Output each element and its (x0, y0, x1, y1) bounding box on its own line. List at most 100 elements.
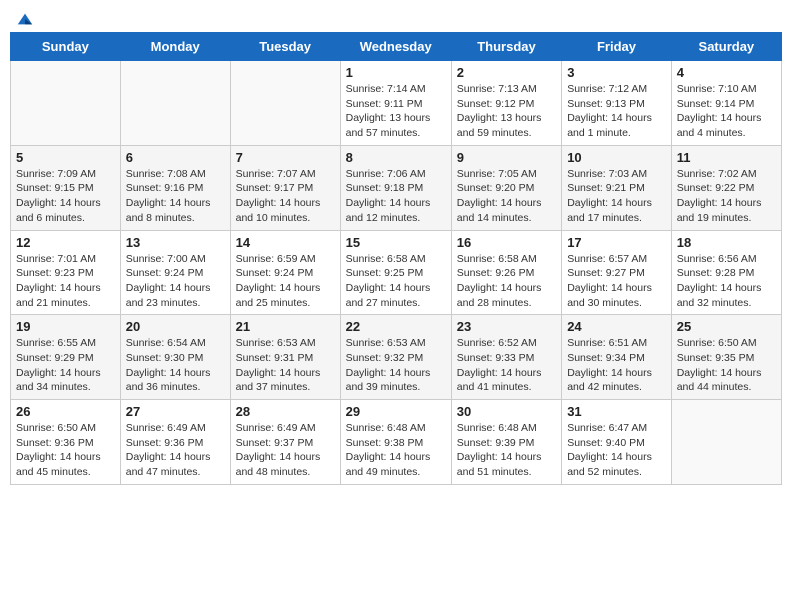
day-info-12: Sunrise: 7:01 AM Sunset: 9:23 PM Dayligh… (16, 252, 115, 311)
day-cell-22: 22 Sunrise: 6:53 AM Sunset: 9:32 PM Dayli… (340, 315, 451, 400)
day-cell-13: 13 Sunrise: 7:00 AM Sunset: 9:24 PM Dayli… (120, 230, 230, 315)
day-cell-30: 30 Sunrise: 6:48 AM Sunset: 9:39 PM Dayli… (451, 400, 561, 485)
day-cell-11: 11 Sunrise: 7:02 AM Sunset: 9:22 PM Dayli… (671, 145, 781, 230)
day-info-9: Sunrise: 7:05 AM Sunset: 9:20 PM Dayligh… (457, 167, 556, 226)
day-cell-2: 2 Sunrise: 7:13 AM Sunset: 9:12 PM Daylig… (451, 61, 561, 146)
day-info-26: Sunrise: 6:50 AM Sunset: 9:36 PM Dayligh… (16, 421, 115, 480)
day-number-16: 16 (457, 235, 556, 250)
day-number-27: 27 (126, 404, 225, 419)
day-info-31: Sunrise: 6:47 AM Sunset: 9:40 PM Dayligh… (567, 421, 666, 480)
day-number-23: 23 (457, 319, 556, 334)
weekday-header-monday: Monday (120, 33, 230, 61)
day-number-21: 21 (236, 319, 335, 334)
day-number-7: 7 (236, 150, 335, 165)
day-info-21: Sunrise: 6:53 AM Sunset: 9:31 PM Dayligh… (236, 336, 335, 395)
day-cell-7: 7 Sunrise: 7:07 AM Sunset: 9:17 PM Daylig… (230, 145, 340, 230)
day-info-16: Sunrise: 6:58 AM Sunset: 9:26 PM Dayligh… (457, 252, 556, 311)
weekday-header-friday: Friday (562, 33, 672, 61)
day-cell-1: 1 Sunrise: 7:14 AM Sunset: 9:11 PM Daylig… (340, 61, 451, 146)
empty-cell (230, 61, 340, 146)
day-number-26: 26 (16, 404, 115, 419)
day-cell-27: 27Sunrise: 6:49 AM Sunset: 9:36 PM Dayli… (120, 400, 230, 485)
day-number-17: 17 (567, 235, 666, 250)
day-number-14: 14 (236, 235, 335, 250)
day-number-2: 2 (457, 65, 556, 80)
weekday-header-wednesday: Wednesday (340, 33, 451, 61)
header (10, 10, 782, 24)
day-info-2: Sunrise: 7:13 AM Sunset: 9:12 PM Dayligh… (457, 82, 556, 141)
day-number-13: 13 (126, 235, 225, 250)
calendar-week-3: 12 Sunrise: 7:01 AM Sunset: 9:23 PM Dayli… (11, 230, 782, 315)
day-number-15: 15 (346, 235, 446, 250)
day-cell-29: 29 Sunrise: 6:48 AM Sunset: 9:38 PM Dayli… (340, 400, 451, 485)
day-cell-20: 20 Sunrise: 6:54 AM Sunset: 9:30 PM Dayli… (120, 315, 230, 400)
day-cell-4: 4 Sunrise: 7:10 AM Sunset: 9:14 PM Daylig… (671, 61, 781, 146)
day-info-20: Sunrise: 6:54 AM Sunset: 9:30 PM Dayligh… (126, 336, 225, 395)
day-info-7: Sunrise: 7:07 AM Sunset: 9:17 PM Dayligh… (236, 167, 335, 226)
empty-cell (11, 61, 121, 146)
day-cell-24: 24 Sunrise: 6:51 AM Sunset: 9:34 PM Dayli… (562, 315, 672, 400)
day-number-30: 30 (457, 404, 556, 419)
day-info-6: Sunrise: 7:08 AM Sunset: 9:16 PM Dayligh… (126, 167, 225, 226)
day-number-8: 8 (346, 150, 446, 165)
day-number-19: 19 (16, 319, 115, 334)
day-cell-9: 9 Sunrise: 7:05 AM Sunset: 9:20 PM Daylig… (451, 145, 561, 230)
day-info-24: Sunrise: 6:51 AM Sunset: 9:34 PM Dayligh… (567, 336, 666, 395)
day-cell-21: 21 Sunrise: 6:53 AM Sunset: 9:31 PM Dayli… (230, 315, 340, 400)
day-number-1: 1 (346, 65, 446, 80)
day-number-5: 5 (16, 150, 115, 165)
day-info-10: Sunrise: 7:03 AM Sunset: 9:21 PM Dayligh… (567, 167, 666, 226)
day-cell-19: 19 Sunrise: 6:55 AM Sunset: 9:29 PM Dayli… (11, 315, 121, 400)
day-number-12: 12 (16, 235, 115, 250)
day-cell-26: 26 Sunrise: 6:50 AM Sunset: 9:36 PM Dayli… (11, 400, 121, 485)
day-number-24: 24 (567, 319, 666, 334)
day-number-10: 10 (567, 150, 666, 165)
day-cell-15: 15 Sunrise: 6:58 AM Sunset: 9:25 PM Dayli… (340, 230, 451, 315)
day-cell-25: 25Sunrise: 6:50 AM Sunset: 9:35 PM Dayli… (671, 315, 781, 400)
day-info-4: Sunrise: 7:10 AM Sunset: 9:14 PM Dayligh… (677, 82, 776, 141)
calendar-week-5: 26 Sunrise: 6:50 AM Sunset: 9:36 PM Dayli… (11, 400, 782, 485)
day-number-22: 22 (346, 319, 446, 334)
day-number-9: 9 (457, 150, 556, 165)
day-info-22: Sunrise: 6:53 AM Sunset: 9:32 PM Dayligh… (346, 336, 446, 395)
day-number-3: 3 (567, 65, 666, 80)
day-info-5: Sunrise: 7:09 AM Sunset: 9:15 PM Dayligh… (16, 167, 115, 226)
day-info-23: Sunrise: 6:52 AM Sunset: 9:33 PM Dayligh… (457, 336, 556, 395)
day-info-28: Sunrise: 6:49 AM Sunset: 9:37 PM Dayligh… (236, 421, 335, 480)
day-cell-17: 17 Sunrise: 6:57 AM Sunset: 9:27 PM Dayli… (562, 230, 672, 315)
day-number-29: 29 (346, 404, 446, 419)
day-cell-18: 18Sunrise: 6:56 AM Sunset: 9:28 PM Dayli… (671, 230, 781, 315)
day-number-31: 31 (567, 404, 666, 419)
day-info-1: Sunrise: 7:14 AM Sunset: 9:11 PM Dayligh… (346, 82, 446, 141)
day-cell-3: 3 Sunrise: 7:12 AM Sunset: 9:13 PM Daylig… (562, 61, 672, 146)
day-info-14: Sunrise: 6:59 AM Sunset: 9:24 PM Dayligh… (236, 252, 335, 311)
day-cell-6: 6Sunrise: 7:08 AM Sunset: 9:16 PM Daylig… (120, 145, 230, 230)
day-cell-16: 16 Sunrise: 6:58 AM Sunset: 9:26 PM Dayli… (451, 230, 561, 315)
day-number-4: 4 (677, 65, 776, 80)
day-cell-8: 8 Sunrise: 7:06 AM Sunset: 9:18 PM Daylig… (340, 145, 451, 230)
day-number-11: 11 (677, 150, 776, 165)
day-info-3: Sunrise: 7:12 AM Sunset: 9:13 PM Dayligh… (567, 82, 666, 141)
calendar-table: SundayMondayTuesdayWednesdayThursdayFrid… (10, 32, 782, 485)
calendar-header: SundayMondayTuesdayWednesdayThursdayFrid… (11, 33, 782, 61)
day-cell-12: 12 Sunrise: 7:01 AM Sunset: 9:23 PM Dayli… (11, 230, 121, 315)
day-cell-14: 14 Sunrise: 6:59 AM Sunset: 9:24 PM Dayli… (230, 230, 340, 315)
day-info-15: Sunrise: 6:58 AM Sunset: 9:25 PM Dayligh… (346, 252, 446, 311)
day-number-20: 20 (126, 319, 225, 334)
day-info-8: Sunrise: 7:06 AM Sunset: 9:18 PM Dayligh… (346, 167, 446, 226)
day-cell-10: 10 Sunrise: 7:03 AM Sunset: 9:21 PM Dayli… (562, 145, 672, 230)
day-info-13: Sunrise: 7:00 AM Sunset: 9:24 PM Dayligh… (126, 252, 225, 311)
day-cell-23: 23 Sunrise: 6:52 AM Sunset: 9:33 PM Dayli… (451, 315, 561, 400)
calendar-week-4: 19 Sunrise: 6:55 AM Sunset: 9:29 PM Dayli… (11, 315, 782, 400)
day-info-30: Sunrise: 6:48 AM Sunset: 9:39 PM Dayligh… (457, 421, 556, 480)
day-number-25: 25 (677, 319, 776, 334)
day-info-17: Sunrise: 6:57 AM Sunset: 9:27 PM Dayligh… (567, 252, 666, 311)
day-info-19: Sunrise: 6:55 AM Sunset: 9:29 PM Dayligh… (16, 336, 115, 395)
day-info-11: Sunrise: 7:02 AM Sunset: 9:22 PM Dayligh… (677, 167, 776, 226)
weekday-header-sunday: Sunday (11, 33, 121, 61)
day-info-29: Sunrise: 6:48 AM Sunset: 9:38 PM Dayligh… (346, 421, 446, 480)
empty-cell (671, 400, 781, 485)
calendar-week-2: 5 Sunrise: 7:09 AM Sunset: 9:15 PM Daylig… (11, 145, 782, 230)
day-cell-5: 5 Sunrise: 7:09 AM Sunset: 9:15 PM Daylig… (11, 145, 121, 230)
day-cell-31: 31 Sunrise: 6:47 AM Sunset: 9:40 PM Dayli… (562, 400, 672, 485)
